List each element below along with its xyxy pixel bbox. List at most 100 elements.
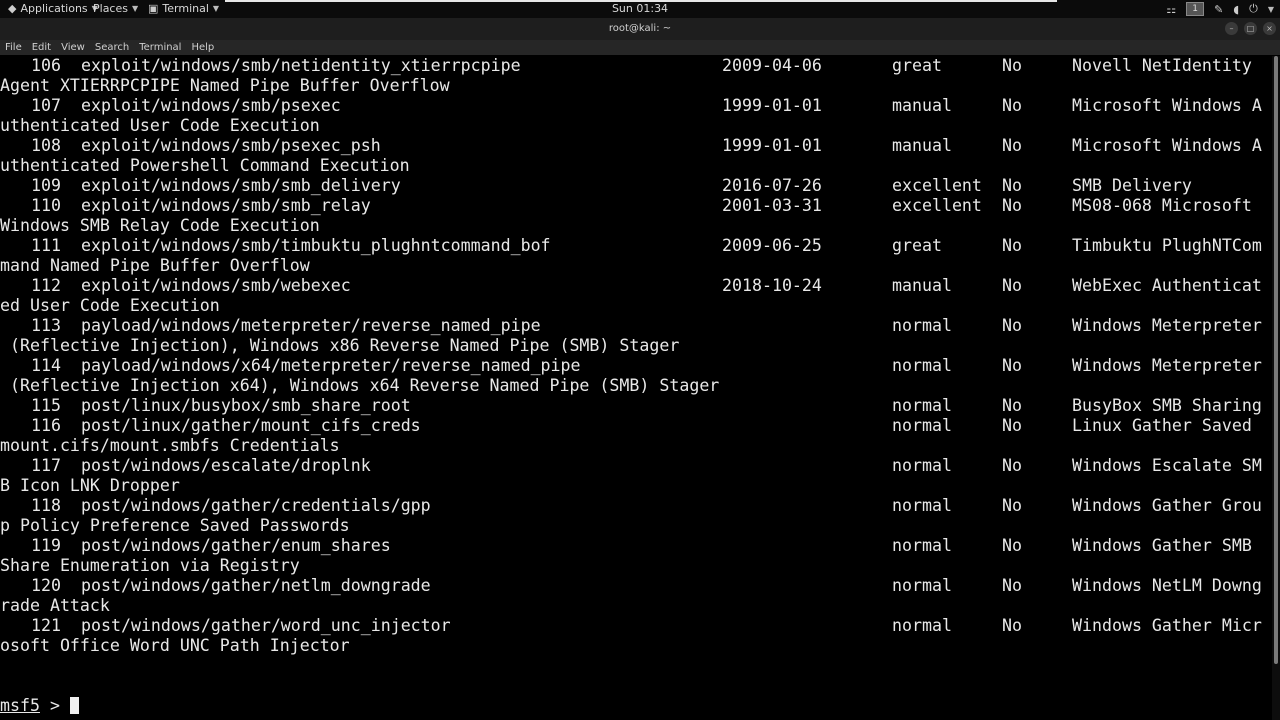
menu-terminal[interactable]: Terminal [134, 42, 186, 53]
minimize-button[interactable]: – [1225, 22, 1238, 35]
menu-search[interactable]: Search [90, 42, 134, 53]
row-number: 120 [31, 576, 61, 595]
row-number: 114 [31, 356, 61, 375]
row-number: 111 [31, 236, 61, 255]
row-number: 117 [31, 456, 61, 475]
check: No [1002, 236, 1022, 255]
table-row: 115 post/linux/busybox/smb_share_root norm… [0, 396, 1272, 416]
menu-view[interactable]: View [56, 42, 90, 53]
table-row: 117 post/windows/escalate/droplnk normal No… [0, 456, 1272, 476]
pen-icon[interactable]: ✎ [1214, 3, 1223, 16]
terminal-output[interactable]: 106 exploit/windows/smb/netidentity_xtier… [0, 56, 1272, 720]
description: SMB Delivery [1072, 176, 1192, 195]
chevron-down-icon: ▼ [131, 4, 139, 13]
menu-file[interactable]: File [0, 42, 27, 53]
disclosure-date: 1999-01-01 [722, 96, 822, 115]
check: No [1002, 316, 1022, 335]
table-row: 118 post/windows/gather/credentials/gpp no… [0, 496, 1272, 516]
table-row: 121 post/windows/gather/word_unc_injector… [0, 616, 1272, 636]
rank: normal [892, 576, 952, 595]
close-button[interactable]: × [1263, 22, 1276, 35]
rank: normal [892, 356, 952, 375]
description-continuation: rade Attack [0, 596, 110, 615]
table-row: 113 payload/windows/meterpreter/reverse_n… [0, 316, 1272, 336]
applications-menu[interactable]: ◆ Applications ▼ [8, 0, 98, 18]
kali-icon: ◆ [8, 2, 17, 15]
description-continuation: B Icon LNK Dropper [0, 476, 180, 495]
places-menu[interactable]: Places ▼ [93, 0, 138, 18]
description: Linux Gather Saved [1072, 416, 1252, 435]
workspaces-icon[interactable]: ⚏ [1166, 3, 1176, 16]
module-name: post/windows/gather/enum_shares [81, 536, 391, 555]
check: No [1002, 56, 1022, 75]
module-name: exploit/windows/smb/smb_relay [81, 196, 371, 215]
check: No [1002, 176, 1022, 195]
rank: normal [892, 456, 952, 475]
module-name: post/linux/gather/mount_cifs_creds [81, 416, 421, 435]
maximize-button[interactable]: □ [1244, 22, 1257, 35]
module-name: exploit/windows/smb/psexec [81, 96, 341, 115]
terminal-app-label: Terminal [162, 2, 209, 15]
description: Windows Gather Grou [1072, 496, 1262, 515]
prompt-separator: > [39, 696, 70, 715]
rank: great [892, 56, 942, 75]
module-name: exploit/windows/smb/webexec [81, 276, 351, 295]
table-row: 109 exploit/windows/smb/smb_delivery 2016-… [0, 176, 1272, 196]
description-continuation: (Reflective Injection), Windows x86 Reve… [0, 336, 680, 355]
table-row: 119 post/windows/gather/enum_shares normal… [0, 536, 1272, 556]
description-continuation: mount.cifs/mount.smbfs Credentials [0, 436, 340, 455]
window-title: root@kali: ~ [608, 23, 672, 34]
check: No [1002, 456, 1022, 475]
menu-edit[interactable]: Edit [27, 42, 56, 53]
row-number: 112 [31, 276, 61, 295]
table-row: 108 exploit/windows/smb/psexec_psh 1999-01… [0, 136, 1272, 156]
description: Windows NetLM Downg [1072, 576, 1262, 595]
rank: manual [892, 276, 952, 295]
row-number: 121 [31, 616, 61, 635]
description: Windows Escalate SM [1072, 456, 1262, 475]
description-continuation: ed User Code Execution [0, 296, 220, 315]
scrollbar[interactable] [1272, 56, 1280, 720]
clock[interactable]: Sun 01:34 [612, 2, 668, 15]
description: Windows Gather Micr [1072, 616, 1262, 635]
description: Novell NetIdentity [1072, 56, 1252, 75]
terminal-app-menu[interactable]: ▣ Terminal ▼ [148, 0, 219, 18]
description-continuation: uthenticated Powershell Command Executio… [0, 156, 410, 175]
workspace-indicator[interactable]: 1 [1186, 2, 1205, 16]
table-row: 114 payload/windows/x64/meterpreter/rever… [0, 356, 1272, 376]
window-titlebar[interactable]: root@kali: ~ – □ × [0, 18, 1280, 40]
top-panel: ◆ Applications ▼ Places ▼ ▣ Terminal ▼ S… [0, 0, 1280, 18]
description: Microsoft Windows A [1072, 136, 1262, 155]
row-number: 116 [31, 416, 61, 435]
rank: normal [892, 396, 952, 415]
volume-icon[interactable]: ◖ [1233, 3, 1239, 16]
description-continuation: uthenticated User Code Execution [0, 116, 320, 135]
rank: normal [892, 416, 952, 435]
prompt-label: msf5 [0, 696, 40, 715]
table-row: 106 exploit/windows/smb/netidentity_xtier… [0, 56, 1272, 76]
table-row: 107 exploit/windows/smb/psexec 1999-01-01 m… [0, 96, 1272, 116]
check: No [1002, 356, 1022, 375]
description: Windows Meterpreter [1072, 316, 1262, 335]
description-continuation: (Reflective Injection x64), Windows x64 … [0, 376, 720, 395]
rank: manual [892, 136, 952, 155]
menu-help[interactable]: Help [186, 42, 219, 53]
module-name: exploit/windows/smb/netidentity_xtierrpc… [81, 56, 521, 75]
module-name: exploit/windows/smb/timbuktu_plughntcomm… [81, 236, 551, 255]
disclosure-date: 2009-04-06 [722, 56, 822, 75]
rank: excellent [892, 196, 982, 215]
row-number: 118 [31, 496, 61, 515]
check: No [1002, 536, 1022, 555]
shell-prompt[interactable]: msf5 > [0, 696, 79, 716]
disclosure-date: 2001-03-31 [722, 196, 822, 215]
table-row: 116 post/linux/gather/mount_cifs_creds nor… [0, 416, 1272, 436]
chevron-down-icon[interactable]: ▼ [1268, 5, 1274, 14]
rank: normal [892, 616, 952, 635]
check: No [1002, 136, 1022, 155]
scrollbar-thumb[interactable] [1274, 56, 1278, 664]
rank: normal [892, 496, 952, 515]
row-number: 119 [31, 536, 61, 555]
disclosure-date: 1999-01-01 [722, 136, 822, 155]
power-icon[interactable]: ⏻ [1249, 2, 1258, 16]
module-name: post/windows/gather/word_unc_injector [81, 616, 451, 635]
